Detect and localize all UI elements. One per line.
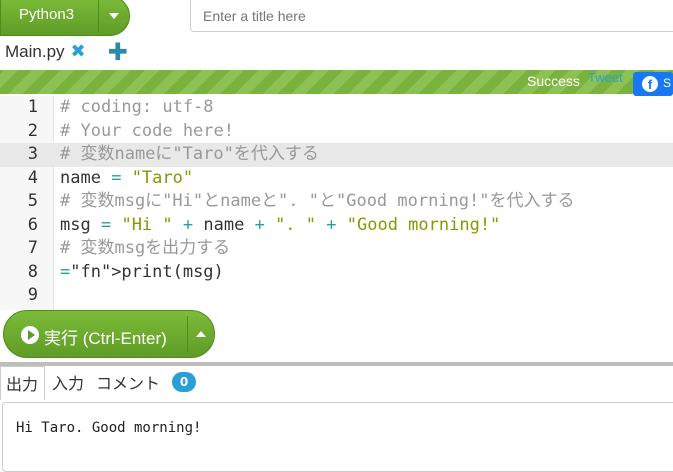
code-line[interactable]: 6 msg = "Hi " + name + ". " + "Good morn… [0,214,673,238]
run-label: 実行 (Ctrl-Enter) [44,329,167,348]
line-number: 9 [27,285,38,305]
chevron-up-icon[interactable] [196,331,206,337]
code-line[interactable]: 1 # coding: utf-8 [0,96,673,120]
code-line[interactable]: 2 # Your code here! [0,120,673,144]
line-number: 6 [27,214,38,235]
code-text[interactable]: # 変数nameに"Taro"を代入する [60,143,319,167]
code-line[interactable]: 9 [0,284,673,308]
plus-icon[interactable]: ✚ [108,40,128,64]
facebook-share-button[interactable]: f S [633,72,673,96]
tweet-link[interactable]: Tweet [588,70,623,85]
comment-count-badge: 0 [172,372,196,392]
code-line[interactable]: 4 name = "Taro" [0,167,673,191]
language-select-button[interactable]: Python3 [0,0,130,36]
line-number: 1 [27,97,38,117]
title-input[interactable] [190,0,673,32]
facebook-label: S [663,76,672,90]
code-line[interactable]: 5 # 変数msgに"Hi"とnameと". "と"Good morning!"… [0,190,673,214]
line-number: 2 [27,120,38,141]
code-editor[interactable]: 1 # coding: utf-8 2 # Your code here! 3 … [0,96,673,310]
status-bar: Success Tweet f S [0,70,673,96]
code-line[interactable]: 8 ="fn">print(msg) [0,261,673,285]
output-text: Hi Taro. Good morning! [16,420,202,436]
output-panel: Hi Taro. Good morning! [2,402,673,472]
code-text[interactable]: # 変数msgを出力する [60,237,230,261]
code-text[interactable]: msg = "Hi " + name + ". " + "Good mornin… [60,214,500,238]
tab-comments[interactable]: コメント [96,370,160,394]
code-text[interactable]: ="fn">print(msg) [60,261,224,285]
language-label: Python3 [19,6,75,23]
run-button[interactable]: 実行 (Ctrl-Enter) [3,310,215,358]
code-line-active[interactable]: 3 # 変数nameに"Taro"を代入する [0,143,673,167]
tab-input[interactable]: 入力 [52,370,84,394]
code-text[interactable]: # 変数msgに"Hi"とnameと". "と"Good morning!"を代… [60,190,575,214]
line-number: 7 [27,238,38,258]
code-text[interactable]: # coding: utf-8 [60,96,214,120]
output-tabs: 出力 入力 コメント 0 [0,366,673,400]
file-name[interactable]: Main.py [0,42,65,62]
code-text[interactable]: name = "Taro" [60,167,193,191]
status-text: Success [527,73,580,89]
close-icon[interactable]: ✖ [71,43,86,61]
facebook-icon: f [642,76,658,92]
code-text[interactable]: # Your code here! [60,120,234,144]
play-icon [21,326,39,344]
chevron-down-icon[interactable] [109,13,119,19]
button-separator [98,0,99,32]
line-number: 5 [27,191,38,211]
tab-output[interactable]: 出力 [0,366,45,400]
button-separator [187,316,188,352]
code-line[interactable]: 7 # 変数msgを出力する [0,237,673,261]
file-tab[interactable]: Main.py ✖ ✚ [0,40,128,64]
line-number: 3 [27,144,38,164]
line-number: 4 [27,167,38,188]
line-number: 8 [27,261,38,282]
